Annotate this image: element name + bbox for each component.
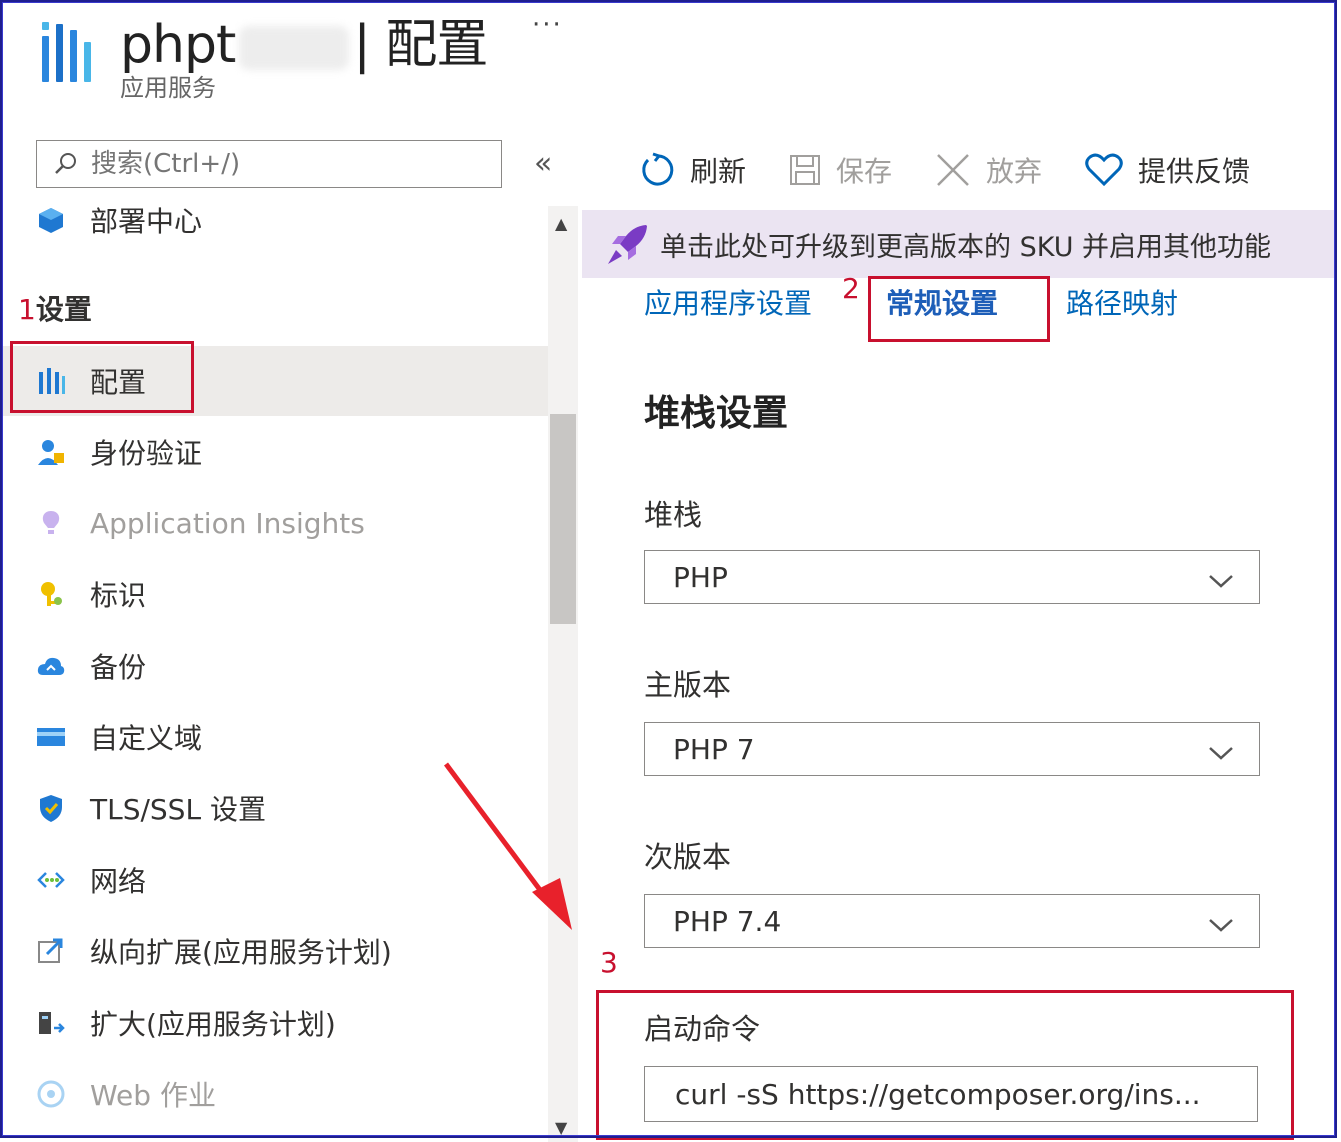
sidebar-item-authentication[interactable]: 身份验证 [0, 422, 548, 482]
scale-up-icon [36, 936, 66, 966]
stack-label: 堆栈 [644, 498, 703, 532]
title-prefix: phpt [120, 15, 236, 75]
title-suffix: | 配置 [353, 15, 488, 75]
page-title: phpt | 配置 [120, 2, 488, 77]
search-input[interactable] [89, 148, 473, 180]
heart-icon [1084, 152, 1124, 188]
upgrade-banner[interactable]: 单击此处可升级到更高版本的 SKU 并启用其他功能 [582, 210, 1334, 278]
sidebar-item-label: Web 作业 [90, 1079, 216, 1112]
save-icon [788, 153, 822, 187]
deployment-cube-icon [36, 205, 66, 235]
startup-command-label: 启动命令 [644, 1012, 761, 1046]
backup-cloud-icon [36, 651, 66, 681]
minor-version-label: 次版本 [644, 840, 732, 874]
chevron-down-icon [1207, 565, 1235, 598]
sidebar-item-backups[interactable]: 备份 [0, 636, 548, 696]
stack-settings-heading: 堆栈设置 [644, 393, 789, 434]
sidebar-scrollbar[interactable] [548, 206, 578, 1142]
refresh-icon [636, 150, 676, 190]
upgrade-banner-text: 单击此处可升级到更高版本的 SKU 并启用其他功能 [660, 231, 1272, 263]
sidebar: 部署中心 1设置 配置 身份验证 Application Insights 标识… [0, 200, 548, 1142]
discard-button[interactable]: 放弃 [934, 150, 1042, 190]
sidebar-item-application-insights[interactable]: Application Insights [0, 493, 548, 553]
major-version-dropdown[interactable]: PHP 7 [644, 722, 1260, 776]
stack-dropdown[interactable]: PHP [644, 550, 1260, 604]
redacted-app-name [239, 26, 350, 70]
discard-label: 放弃 [986, 155, 1043, 188]
sidebar-item-label: 网络 [90, 865, 147, 898]
annotation-box-config [10, 341, 194, 413]
sidebar-item-identity[interactable]: 标识 [0, 564, 548, 624]
search-icon [55, 153, 76, 174]
section-title: 设置 [35, 293, 92, 326]
sidebar-item-webjobs[interactable]: Web 作业 [0, 1064, 548, 1124]
sidebar-scrollbar-thumb[interactable] [550, 414, 576, 624]
shield-icon [36, 793, 66, 823]
page-subtitle: 应用服务 [120, 74, 216, 102]
sidebar-item-label: 纵向扩展(应用服务计划) [90, 936, 392, 969]
sidebar-item-custom-domains[interactable]: 自定义域 [0, 707, 548, 767]
sidebar-item-label: 身份验证 [90, 437, 203, 470]
sidebar-item-deployment-center[interactable]: 部署中心 [0, 200, 548, 250]
sidebar-item-label: 自定义域 [90, 722, 203, 755]
rocket-icon [606, 222, 650, 270]
sidebar-item-label: 备份 [90, 651, 147, 684]
startup-command-value: curl -sS https://getcomposer.org/ins... [675, 1077, 1201, 1111]
refresh-label: 刷新 [690, 155, 747, 188]
scroll-up-arrow-icon[interactable]: ▲ [555, 214, 567, 233]
sidebar-item-label: 标识 [90, 579, 147, 612]
major-version-value: PHP 7 [673, 732, 755, 766]
annotation-number-2: 2 [842, 272, 860, 305]
annotation-box-general-settings [868, 276, 1050, 342]
minor-version-value: PHP 7.4 [673, 904, 782, 938]
collapse-sidebar-button[interactable]: « [534, 146, 552, 181]
sidebar-section-settings: 1设置 [18, 288, 92, 328]
minor-version-dropdown[interactable]: PHP 7.4 [644, 894, 1260, 948]
annotation-number: 1 [18, 293, 36, 326]
sidebar-item-label: TLS/SSL 设置 [90, 793, 266, 826]
search-box[interactable] [36, 140, 502, 188]
close-icon [934, 151, 972, 189]
key-icon [36, 579, 66, 609]
app-service-config-icon [40, 20, 94, 82]
tab-application-settings[interactable]: 应用程序设置 [644, 282, 812, 322]
webjob-icon [36, 1079, 66, 1109]
save-label: 保存 [836, 155, 893, 188]
feedback-label: 提供反馈 [1138, 155, 1251, 188]
network-icon [36, 865, 66, 895]
chevron-down-icon [1207, 909, 1235, 942]
identity-icon [36, 437, 66, 467]
sidebar-item-scale-out[interactable]: 扩大(应用服务计划) [0, 993, 548, 1053]
scale-out-icon [36, 1008, 66, 1038]
more-options-button[interactable]: ··· [532, 10, 563, 40]
sidebar-item-label: 扩大(应用服务计划) [90, 1008, 336, 1041]
refresh-button[interactable]: 刷新 [636, 150, 746, 190]
save-button[interactable]: 保存 [788, 150, 892, 190]
domain-icon [36, 722, 66, 752]
startup-command-input[interactable]: curl -sS https://getcomposer.org/ins... [644, 1066, 1258, 1122]
chevron-down-icon [1207, 737, 1235, 770]
insights-icon [36, 508, 66, 538]
tab-path-mappings[interactable]: 路径映射 [1066, 282, 1178, 322]
annotation-arrow-icon [443, 762, 572, 930]
feedback-button[interactable]: 提供反馈 [1084, 150, 1250, 190]
stack-dropdown-value: PHP [673, 560, 728, 594]
scroll-down-arrow-icon[interactable]: ▼ [555, 1118, 567, 1137]
sidebar-item-label: 部署中心 [90, 205, 203, 238]
sidebar-item-label: Application Insights [90, 506, 365, 540]
major-version-label: 主版本 [644, 668, 732, 702]
command-bar: 刷新 保存 放弃 提供反馈 [636, 140, 1292, 200]
annotation-number-3: 3 [600, 946, 618, 979]
